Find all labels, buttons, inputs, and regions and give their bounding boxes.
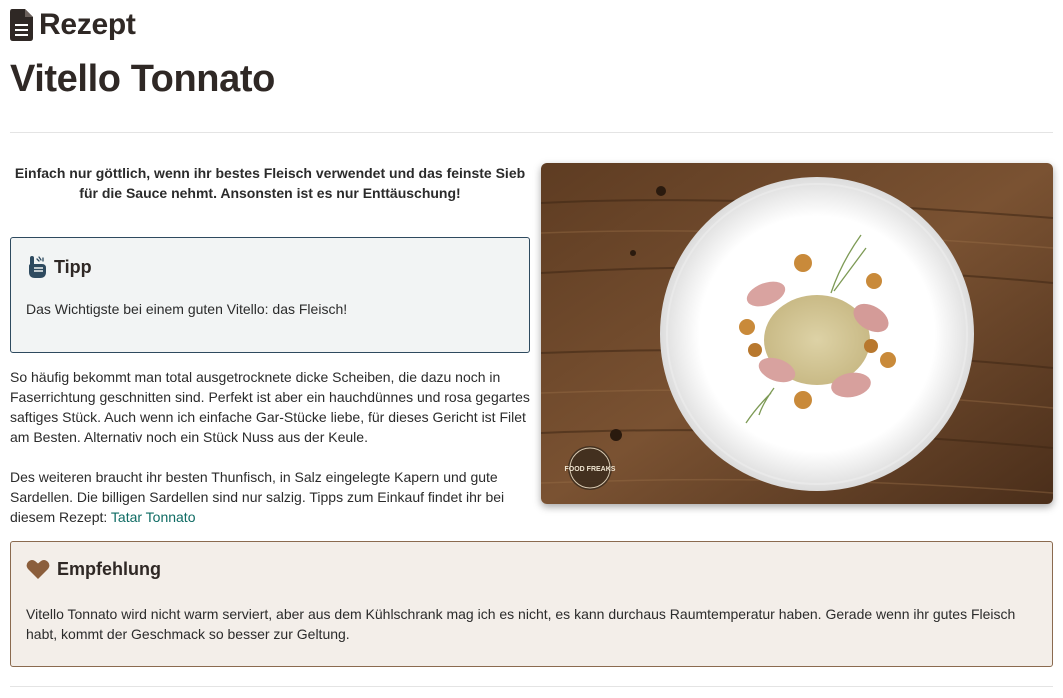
tip-text: Das Wichtigste bei einem guten Vitello: … — [26, 301, 348, 317]
tip-header: Tipp — [26, 255, 92, 279]
plate-illustration: FOOD FREAKS — [541, 163, 1053, 504]
paragraph-meat: So häufig bekommt man total ausgetrockne… — [10, 369, 530, 445]
divider — [10, 132, 1053, 133]
tatar-tonnato-link[interactable]: Tatar Tonnato — [111, 509, 196, 525]
heart-icon — [26, 559, 50, 579]
recommendation-text: Vitello Tonnato wird nicht warm serviert… — [26, 606, 1016, 642]
page-title: Vitello Tonnato — [10, 58, 275, 100]
recipe-photo: FOOD FREAKS — [541, 163, 1053, 504]
section-label-text: Rezept — [39, 8, 136, 41]
recommendation-header: Empfehlung — [26, 559, 161, 580]
paragraph-ingredients-text: Des weiteren braucht ihr besten Thunfisc… — [10, 469, 505, 525]
hand-pointing-icon — [29, 256, 46, 278]
recommendation-box: Empfehlung Vitello Tonnato wird nicht wa… — [10, 541, 1053, 667]
section-label: Rezept — [10, 8, 136, 42]
paragraph-ingredients: Des weiteren braucht ihr besten Thunfisc… — [10, 467, 530, 527]
document-icon — [10, 9, 33, 41]
photo-watermark: FOOD FREAKS — [565, 466, 616, 473]
tip-title: Tipp — [54, 256, 92, 277]
intro-text: Einfach nur göttlich, wenn ihr bestes Fl… — [14, 165, 526, 201]
divider-bottom — [10, 686, 1053, 687]
tip-box: Tipp Das Wichtigste bei einem guten Vite… — [10, 237, 530, 353]
recommendation-title: Empfehlung — [57, 559, 161, 579]
